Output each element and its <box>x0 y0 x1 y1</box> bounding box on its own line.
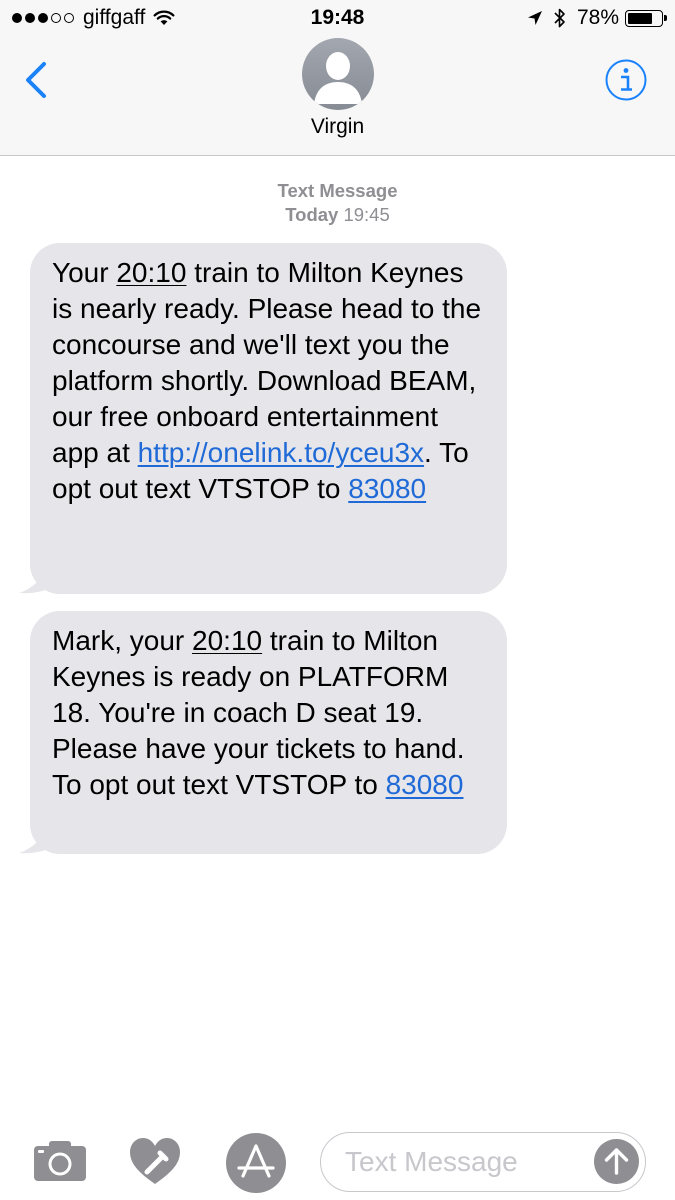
incoming-message-bubble[interactable]: Mark, your 20:10 train to Milton Keynes … <box>30 611 507 854</box>
message-timestamp: Text Message Today 19:45 <box>0 179 675 227</box>
incoming-message-bubble[interactable]: Your 20:10 train to Milton Keynes is nea… <box>30 243 507 594</box>
contact-name[interactable]: Virgin <box>0 115 675 139</box>
message-placeholder: Text Message <box>345 1146 518 1177</box>
status-bar: giffgaff 19:48 78% <box>0 0 675 38</box>
battery-nub <box>664 14 667 21</box>
message-time-label: 19:45 <box>343 204 390 225</box>
message-text: Mark, your <box>52 625 193 656</box>
message-input-bar: Text Message <box>0 1122 675 1200</box>
battery-icon <box>625 9 667 27</box>
message-type-label: Text Message <box>277 180 398 201</box>
message-day-label: Today <box>285 204 339 225</box>
back-chevron-icon[interactable] <box>18 60 58 100</box>
messages-screen: giffgaff 19:48 78% Virgin Text Message T… <box>0 0 675 1200</box>
message-phone-link[interactable]: 83080 <box>348 473 426 504</box>
message-text: Your <box>52 257 117 288</box>
message-time-link[interactable]: 20:10 <box>192 625 262 656</box>
bluetooth-icon <box>554 8 565 28</box>
battery-percentage: 78% <box>576 6 619 29</box>
info-icon[interactable] <box>604 58 648 102</box>
digital-touch-heart-icon[interactable] <box>128 1136 182 1186</box>
message-text-field[interactable]: Text Message <box>320 1132 646 1192</box>
person-silhouette-icon <box>314 52 362 104</box>
message-url-link[interactable]: http://onelink.to/yceu3x <box>138 437 424 468</box>
battery-fill <box>628 12 652 24</box>
status-right: 78% <box>527 6 667 30</box>
message-phone-link[interactable]: 83080 <box>386 769 464 800</box>
camera-icon[interactable] <box>33 1138 87 1182</box>
conversation-header: Virgin <box>0 38 675 156</box>
send-button[interactable] <box>594 1139 639 1184</box>
location-arrow-icon <box>527 11 542 25</box>
app-store-icon[interactable] <box>225 1132 287 1194</box>
message-time-link[interactable]: 20:10 <box>116 257 186 288</box>
up-arrow-icon <box>604 1148 629 1175</box>
contact-avatar[interactable] <box>302 38 374 110</box>
